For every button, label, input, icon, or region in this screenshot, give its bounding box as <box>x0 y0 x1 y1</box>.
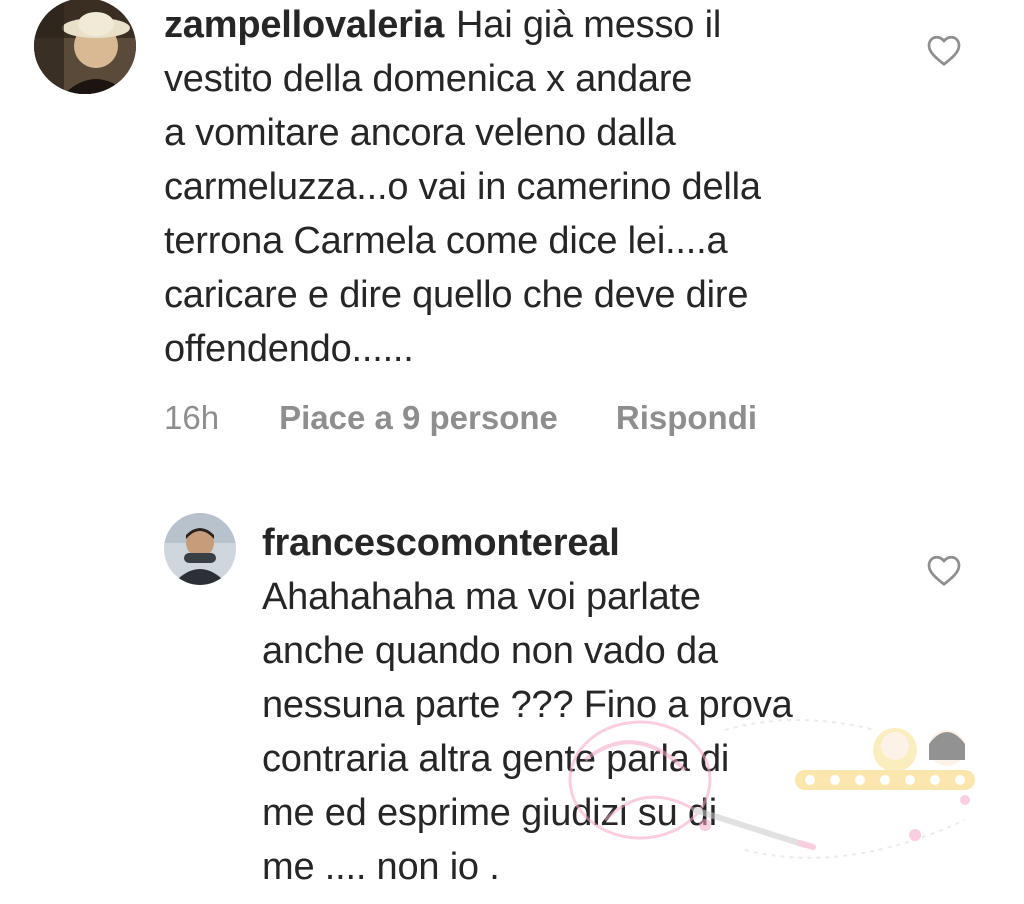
comment-username[interactable]: francescomontereal <box>262 516 910 570</box>
like-heart-icon[interactable] <box>926 33 962 67</box>
likes-count-link[interactable]: Piace a 9 persone <box>279 396 558 440</box>
comment-text: Hai già messo il vestito della domenica … <box>164 4 761 370</box>
comment-text: Ahahahaha ma voi parlate anche quando no… <box>262 576 793 888</box>
avatar[interactable] <box>34 0 136 94</box>
comment-meta: 16h Piace a 9 persone Rispondi <box>164 396 757 440</box>
comment-body: francescomontereal Ahahahaha ma voi parl… <box>262 516 922 894</box>
comment-body: zampellovaleria Hai già messo il vestito … <box>164 0 924 376</box>
like-heart-icon[interactable] <box>926 553 962 587</box>
avatar[interactable] <box>164 513 236 585</box>
comment-time: 16h <box>164 399 220 436</box>
comment-username[interactable]: zampellovaleria <box>164 4 444 46</box>
reply-button[interactable]: Rispondi <box>616 396 757 440</box>
